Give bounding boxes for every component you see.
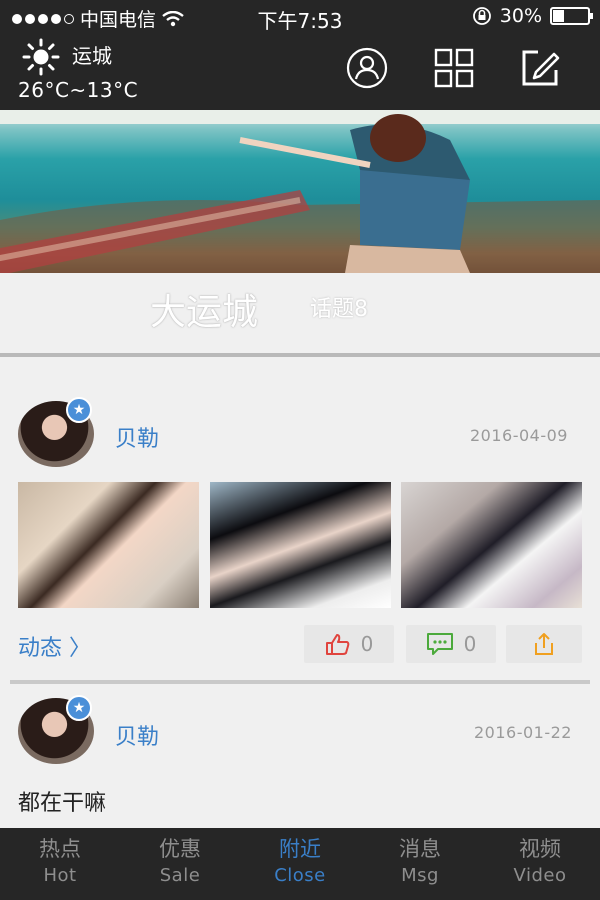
tab-msg[interactable]: 消息 Msg — [360, 828, 480, 900]
post-text: 都在干嘛 — [18, 791, 107, 816]
share-icon — [535, 633, 553, 655]
post-photo-2[interactable] — [210, 482, 391, 608]
tab-label-en: Sale — [159, 865, 201, 886]
banner-title: 大运城 — [150, 292, 259, 333]
banner-image[interactable] — [0, 110, 600, 273]
comment-count: 0 — [463, 632, 477, 656]
compose-icon — [522, 50, 560, 86]
post-divider — [10, 680, 590, 684]
star-badge-icon: ★ — [66, 695, 92, 721]
comment-icon — [426, 633, 453, 655]
thumbs-up-icon — [325, 634, 349, 655]
banner-photo — [0, 110, 600, 273]
bottom-tab-bar: 热点 Hot 优惠 Sale 附近 Close 消息 Msg 视频 Video — [0, 828, 600, 900]
grid-view-button[interactable] — [432, 46, 476, 90]
tab-label-zh: 视频 — [519, 837, 561, 861]
top-header: 运城 26°C~13°C — [0, 32, 600, 110]
weather-city: 运城 — [72, 44, 112, 68]
temperature-range: 26°C~13°C — [18, 78, 139, 102]
status-right: 30% — [472, 5, 593, 27]
comment-button[interactable]: 0 — [406, 625, 496, 663]
share-button[interactable] — [506, 625, 582, 663]
tab-label-zh: 附近 — [279, 837, 321, 861]
banner-topic-count: 话题8 — [310, 297, 368, 322]
profile-icon — [346, 47, 388, 89]
banner-caption: 大运城 话题8 — [0, 273, 600, 355]
post-date: 2016-01-22 — [474, 723, 572, 742]
tab-label-en: Hot — [43, 865, 77, 886]
compose-button[interactable] — [518, 46, 562, 90]
section-divider — [0, 353, 600, 357]
battery-percent: 30% — [499, 5, 542, 27]
tab-label-zh: 优惠 — [159, 837, 201, 861]
dynamic-link[interactable]: 动态 〉 — [18, 630, 91, 662]
tab-label-zh: 消息 — [399, 837, 441, 861]
post-author[interactable]: 贝勒 — [115, 421, 159, 453]
tab-label-zh: 热点 — [39, 837, 81, 861]
post-author[interactable]: 贝勒 — [115, 719, 159, 751]
tab-label-en: Msg — [401, 865, 439, 886]
post-date: 2016-04-09 — [470, 426, 568, 445]
like-button[interactable]: 0 — [304, 625, 394, 663]
profile-button[interactable] — [345, 46, 389, 90]
grid-icon — [434, 48, 474, 88]
tab-hot[interactable]: 热点 Hot — [0, 828, 120, 900]
status-bar: 中国电信 下午7:53 30% — [0, 0, 600, 33]
battery-icon — [550, 7, 593, 25]
tab-close[interactable]: 附近 Close — [240, 828, 360, 900]
sun-icon — [22, 38, 60, 76]
tab-label-en: Close — [274, 865, 326, 886]
post-photo-1[interactable] — [18, 482, 199, 608]
tab-sale[interactable]: 优惠 Sale — [120, 828, 240, 900]
tab-video[interactable]: 视频 Video — [480, 828, 600, 900]
star-badge-icon: ★ — [66, 397, 92, 423]
like-count: 0 — [360, 632, 374, 656]
rotation-lock-icon — [472, 7, 491, 25]
post-photo-3[interactable] — [401, 482, 582, 608]
tab-label-en: Video — [513, 865, 567, 886]
